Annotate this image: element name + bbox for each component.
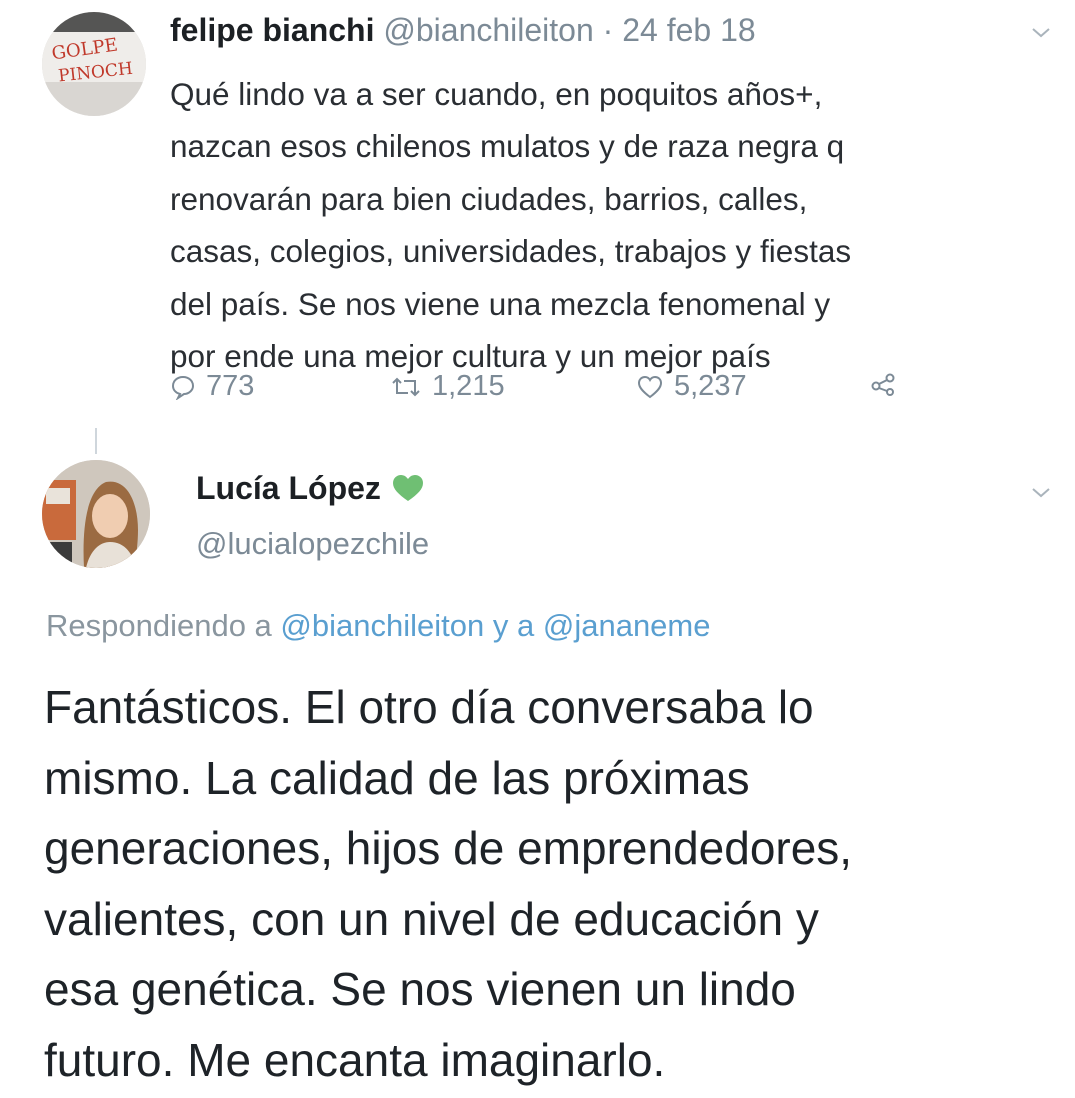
tweet-text-line: generaciones, hijos de emprendedores, xyxy=(44,822,853,874)
avatar[interactable]: GOLPE PINOCH xyxy=(42,12,146,116)
author-handle[interactable]: @bianchileiton xyxy=(383,12,593,48)
tweet-text-line: mismo. La calidad de las próximas xyxy=(44,751,750,804)
tweet-original[interactable]: GOLPE PINOCH felipe bianchi @bianchileit… xyxy=(0,0,1075,430)
author-name[interactable]: Lucía López xyxy=(196,466,381,510)
replying-to: Respondiendo a @bianchileiton y a @janan… xyxy=(46,604,710,648)
screenshot-page: GOLPE PINOCH felipe bianchi @bianchileit… xyxy=(0,0,1075,1098)
tweet-text-line: casas, colegios, universidades, trabajos… xyxy=(170,233,852,270)
tweet-text-line: futuro. Me encanta imaginarlo. xyxy=(44,1033,666,1086)
tweet-header: felipe bianchi @bianchileiton · 24 feb 1… xyxy=(170,8,756,52)
tweet-text-line: nazcan esos chilenos mulatos y de raza n… xyxy=(170,128,845,165)
heart-icon xyxy=(637,375,663,398)
tweet-text: Qué lindo va a ser cuando, en poquitos a… xyxy=(170,68,1040,382)
share-button[interactable] xyxy=(870,370,898,396)
tweet-text-line: esa genética. Se nos vienen un lindo xyxy=(44,963,796,1015)
replying-join: y a xyxy=(492,608,535,643)
tweet-text-line: Fantásticos. El otro día conversaba lo xyxy=(44,681,814,733)
green-heart-icon xyxy=(392,475,423,501)
tweet-date[interactable]: 24 feb 18 xyxy=(622,12,755,48)
tweet-text: Fantásticos. El otro día conversaba lo m… xyxy=(44,672,1044,1095)
retweet-count: 1,215 xyxy=(432,370,505,402)
author-name[interactable]: felipe bianchi xyxy=(170,12,374,48)
like-count: 5,237 xyxy=(674,370,747,402)
author-handle[interactable]: @lucialopezchile xyxy=(196,522,429,566)
mention-link[interactable]: @jananeme xyxy=(543,608,711,643)
reply-icon xyxy=(171,375,195,400)
tweet-text-line: valientes, con un nivel de educación y xyxy=(44,892,819,945)
author-name-row: Lucía López xyxy=(196,466,425,510)
avatar-image xyxy=(42,460,150,568)
header-separator: · xyxy=(602,12,614,48)
chevron-down-icon[interactable] xyxy=(1030,26,1052,40)
thread-connector xyxy=(95,428,97,454)
reply-count: 773 xyxy=(206,370,255,402)
avatar[interactable] xyxy=(42,460,150,568)
tweet-actions: 773 1,215 5,237 xyxy=(170,370,910,414)
chevron-down-icon[interactable] xyxy=(1030,486,1052,500)
like-button[interactable]: 5,237 xyxy=(636,370,747,403)
tweet-text-line: Qué lindo va a ser cuando, en poquitos a… xyxy=(170,76,823,112)
retweet-button[interactable]: 1,215 xyxy=(390,370,505,403)
mention-link[interactable]: @bianchileiton xyxy=(280,608,484,643)
retweet-icon xyxy=(392,377,420,396)
tweet-text-line: renovarán para bien ciudades, barrios, c… xyxy=(170,180,808,217)
share-icon xyxy=(871,373,895,396)
tweet-text-line: del país. Se nos viene una mezcla fenome… xyxy=(170,285,831,322)
avatar-image: GOLPE PINOCH xyxy=(42,12,146,116)
reply-button[interactable]: 773 xyxy=(170,370,254,403)
replying-prefix: Respondiendo a xyxy=(46,608,272,643)
